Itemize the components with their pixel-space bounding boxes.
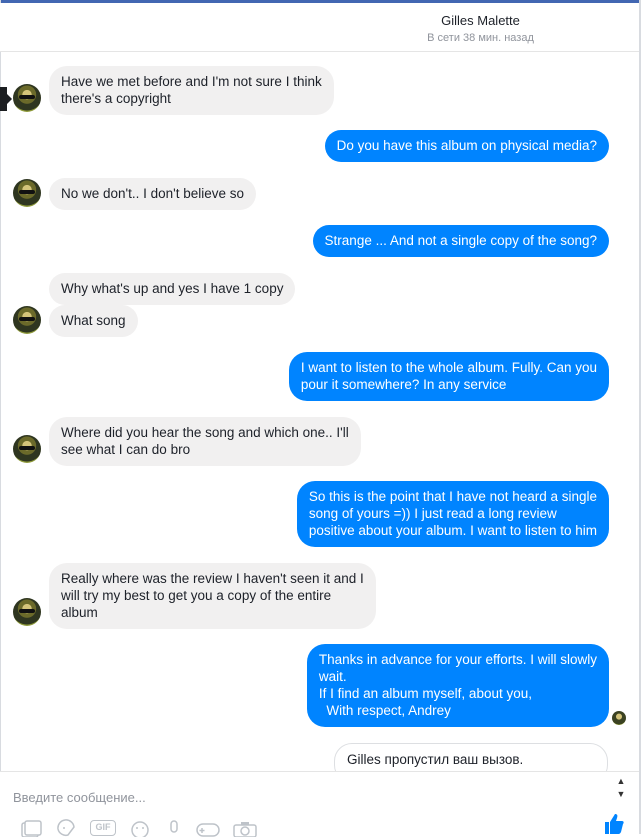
scroll-up-icon[interactable]: ▲ xyxy=(614,775,628,788)
contact-avatar[interactable] xyxy=(13,435,41,463)
missed-call-text: Gilles пропустил ваш вызов. xyxy=(347,752,524,767)
message-text: Where did you hear the song and which on… xyxy=(61,425,349,440)
message-text: there's a copyright xyxy=(61,91,171,106)
message-text: No we don't.. I don't believe so xyxy=(61,186,245,201)
message-text: So this is the point that I have not hea… xyxy=(308,489,597,504)
message-text: album xyxy=(61,605,98,620)
composer-toolbar: GIF xyxy=(0,816,639,837)
outgoing-message[interactable]: I want to listen to the whole album. Ful… xyxy=(288,352,609,401)
contact-avatar[interactable] xyxy=(13,598,41,626)
message-list[interactable]: Have we met before and I'm not sure I th… xyxy=(1,52,628,770)
scroll-down-icon[interactable]: ▼ xyxy=(614,788,628,801)
message-text: will try my best to get you a copy of th… xyxy=(61,588,332,603)
message-text: Have we met before and I'm not sure I th… xyxy=(61,74,322,89)
contact-avatar[interactable] xyxy=(13,84,41,112)
message-text: pour it somewhere? In any service xyxy=(300,377,507,392)
contact-status: В сети 38 мин. назад xyxy=(427,32,534,44)
message-text: What song xyxy=(61,313,126,328)
conversation-header: Gilles Malette В сети 38 мин. назад xyxy=(0,3,639,52)
message-text: If I find an album myself, about you, xyxy=(318,686,532,701)
message-input-placeholder[interactable]: Введите сообщение... xyxy=(13,790,146,805)
message-text: positive about your album. I want to lis… xyxy=(308,523,597,538)
outgoing-message[interactable]: So this is the point that I have not hea… xyxy=(296,481,609,547)
microphone-icon[interactable] xyxy=(165,819,183,837)
game-icon[interactable] xyxy=(195,819,221,837)
message-text: Why what's up and yes I have 1 copy xyxy=(61,281,284,296)
seen-indicator-avatar xyxy=(612,711,626,725)
message-text: Really where was the review I haven't se… xyxy=(61,571,364,586)
composer-scrollbar[interactable]: ▲ ▼ xyxy=(614,775,628,805)
outgoing-message[interactable]: Do you have this album on physical media… xyxy=(324,130,609,162)
message-text: With respect, Andrey xyxy=(318,703,451,718)
incoming-message[interactable]: Have we met before and I'm not sure I th… xyxy=(49,66,334,115)
incoming-message[interactable]: Where did you hear the song and which on… xyxy=(49,417,361,466)
contact-name[interactable]: Gilles Malette xyxy=(0,13,641,28)
message-text: Strange ... And not a single copy of the… xyxy=(324,233,597,248)
sticker-icon[interactable] xyxy=(55,819,77,837)
message-text: I want to listen to the whole album. Ful… xyxy=(300,360,597,375)
gif-label: GIF xyxy=(95,822,111,832)
message-text: see what I can do bro xyxy=(61,442,191,457)
message-text: Do you have this album on physical media… xyxy=(336,138,597,153)
message-text: song of yours =)) I just read a long rev… xyxy=(308,506,557,521)
camera-icon[interactable] xyxy=(232,819,258,837)
incoming-message[interactable]: What song xyxy=(49,305,138,337)
outgoing-message[interactable]: Thanks in advance for your efforts. I wi… xyxy=(306,644,609,727)
photo-icon[interactable] xyxy=(20,819,42,837)
emoji-icon[interactable] xyxy=(129,819,151,837)
incoming-message[interactable]: No we don't.. I don't believe so xyxy=(49,178,257,210)
message-text: Thanks in advance for your efforts. I wi… xyxy=(318,652,597,667)
like-icon[interactable] xyxy=(603,812,625,834)
contact-avatar[interactable] xyxy=(13,306,41,334)
message-text: wait. xyxy=(318,669,347,684)
incoming-message[interactable]: Really where was the review I haven't se… xyxy=(49,563,376,629)
incoming-message[interactable]: Why what's up and yes I have 1 copy xyxy=(49,273,296,305)
outgoing-message[interactable]: Strange ... And not a single copy of the… xyxy=(312,225,609,257)
contact-avatar[interactable] xyxy=(13,179,41,207)
